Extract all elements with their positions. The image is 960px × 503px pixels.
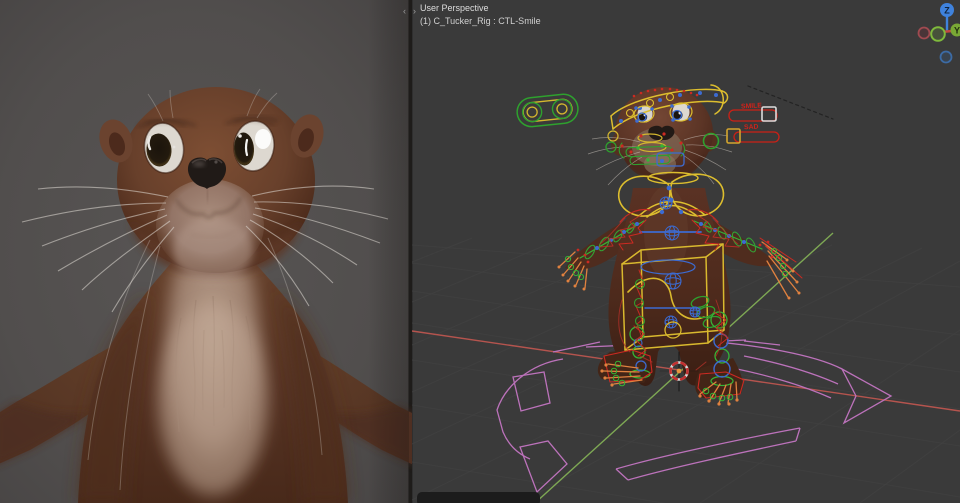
svg-text:›: › [413, 6, 416, 16]
svg-text:Z: Z [944, 6, 950, 16]
svg-text:SAD: SAD [744, 124, 759, 132]
svg-text:Y: Y [954, 26, 960, 36]
svg-text:User Perspective: User Perspective [420, 3, 489, 13]
svg-text:‹: ‹ [403, 6, 406, 16]
svg-text:SMILE: SMILE [741, 102, 763, 110]
svg-text:(1) C_Tucker_Rig : CTL-Smile: (1) C_Tucker_Rig : CTL-Smile [420, 16, 541, 26]
